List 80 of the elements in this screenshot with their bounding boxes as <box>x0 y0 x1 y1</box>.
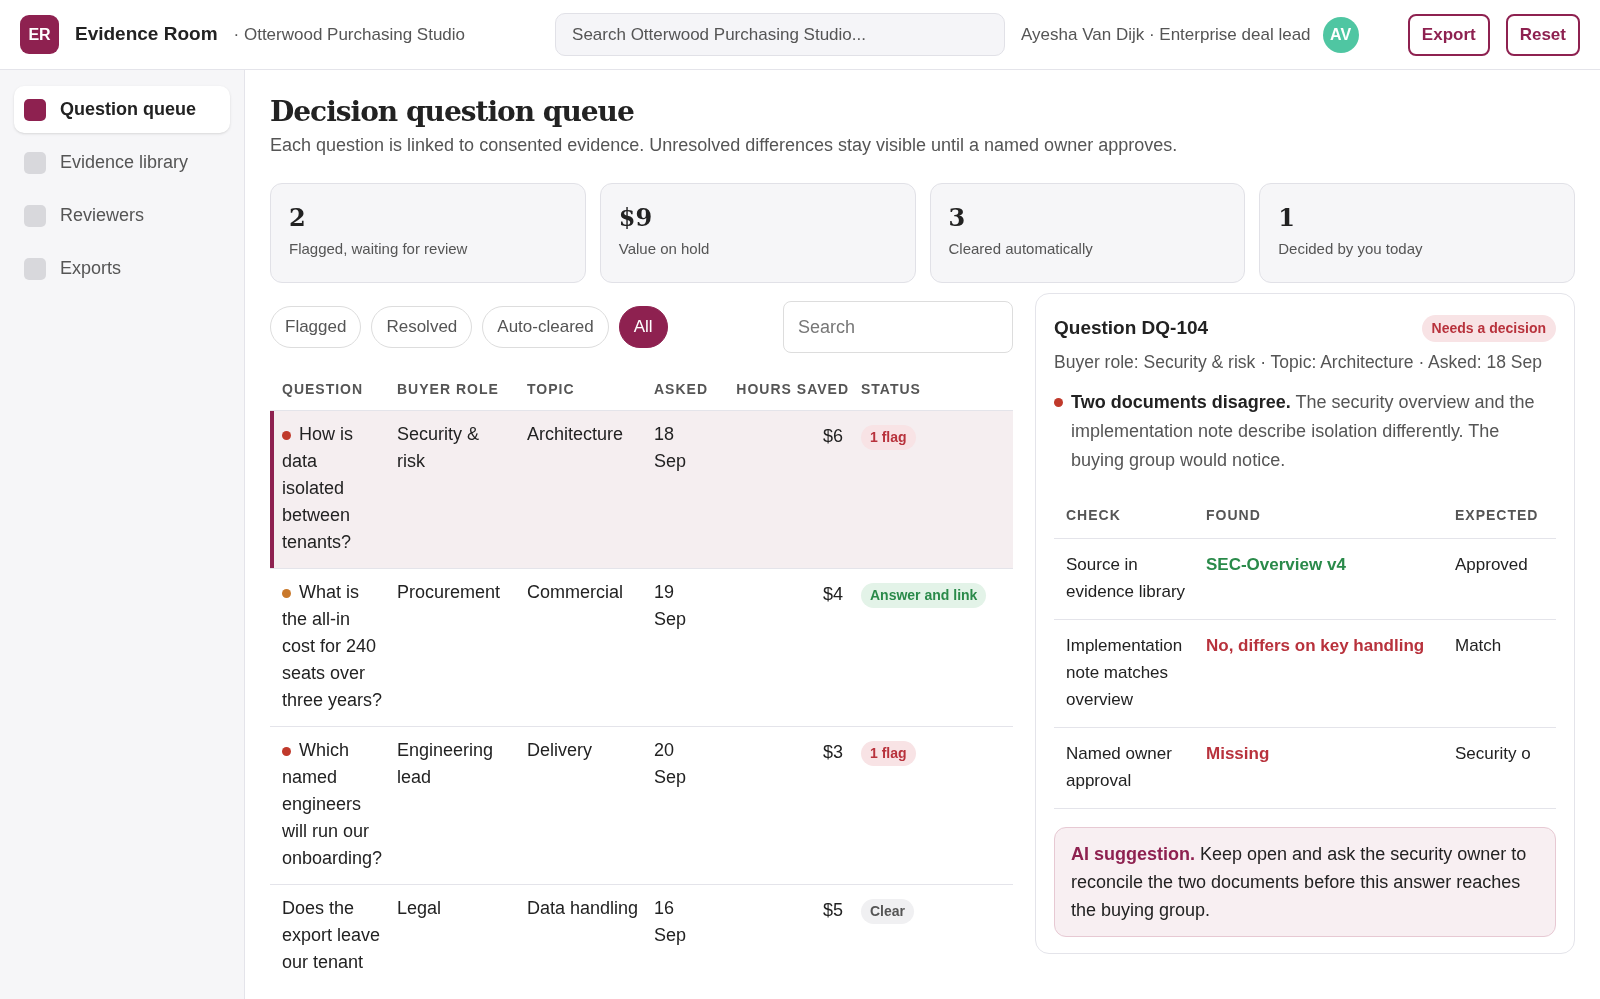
table-cell: 18 Sep <box>654 424 687 471</box>
table-cell: 20 Sep <box>654 740 687 787</box>
status-badge: Answer and link <box>861 583 987 608</box>
table-row[interactable]: What is the all-in cost for 240 seats over three years? Procurement Commercial 19 Sep $4 Answer and link <box>270 568 1013 727</box>
table-cell: Approved <box>1455 554 1528 574</box>
stat-label: Flagged, waiting for review <box>289 239 469 259</box>
table-cell: Does the export leave our tenant <box>282 898 381 972</box>
table-cell: Architecture <box>527 424 624 444</box>
status-badge: 1 flag <box>861 741 916 766</box>
stat-label: Value on hold <box>618 239 711 259</box>
filter-chip[interactable]: Resolved <box>371 306 473 348</box>
table-cell: Engineering lead <box>397 740 494 787</box>
column-header: CHECK <box>1054 492 1206 538</box>
table-cell: Data handling <box>527 898 639 918</box>
search-field[interactable]: Search Otterwood Purchasing Studio... <box>555 13 1006 56</box>
table-cell: 19 Sep <box>654 582 687 629</box>
table-cell: Source in evidence library <box>1066 554 1186 601</box>
table-cell: Implementation note matches overview <box>1066 635 1183 709</box>
sidebar-item[interactable]: Evidence library <box>14 139 230 186</box>
stat-label: Cleared automatically <box>948 239 1094 259</box>
filter-chip[interactable]: Auto-cleared <box>482 306 609 348</box>
app-logo: ER <box>20 15 59 54</box>
detail-title: Question DQ-104 <box>1054 316 1209 340</box>
table-cell: Security & risk <box>397 424 480 471</box>
table-cell: $6 <box>822 426 843 446</box>
app-title: Evidence Room <box>75 22 218 47</box>
table-cell: SEC-Overview v4 <box>1206 554 1346 574</box>
square-icon <box>24 204 46 227</box>
stat-value: 2 <box>289 202 307 234</box>
status-badge: Needs a decision <box>1421 314 1556 342</box>
column-header: EXPECTED <box>1455 492 1556 538</box>
column-header: QUESTION <box>270 369 397 411</box>
column-header: STATUS <box>861 369 1013 411</box>
organization-name: · Otterwood Purchasing Studio <box>233 23 466 46</box>
filter-chip[interactable]: All <box>618 306 668 348</box>
square-icon <box>24 98 46 121</box>
square-icon <box>24 257 46 280</box>
column-header: ASKED <box>654 369 729 411</box>
table-cell: No, differs on key handling <box>1206 635 1425 655</box>
status-badge: Clear <box>861 899 915 924</box>
stat-value: $9 <box>618 202 654 234</box>
sidebar-item[interactable]: Question queue <box>14 86 230 133</box>
stat-label: Decided by you today <box>1278 239 1424 259</box>
reset-button[interactable]: Reset <box>1505 13 1580 56</box>
page-title: Decision question queue <box>270 94 635 130</box>
column-header: HOURS SAVED <box>729 369 861 411</box>
filter-chip[interactable]: Flagged <box>270 306 362 348</box>
table-cell: Security o <box>1455 743 1531 763</box>
column-header: FOUND <box>1206 492 1455 538</box>
table-cell: Named owner approval <box>1066 743 1172 790</box>
table-row[interactable]: Does the export leave our tenant Legal Data handling 16 Sep $5 Clear <box>270 884 1013 988</box>
stat-value: 1 <box>1278 202 1296 234</box>
sidebar-item[interactable]: Reviewers <box>14 192 230 239</box>
status-badge: 1 flag <box>861 425 916 450</box>
page-subtitle: Each question is linked to consented evidence. Unresolved differences stay visible until a named owner approves. <box>270 134 1179 157</box>
table-cell: How is data isolated between tenants? <box>282 424 353 552</box>
detail-meta: Buyer role: Security & risk · Topic: Architecture · Asked: 18 Sep <box>1054 350 1543 374</box>
stat-value: 3 <box>948 202 967 234</box>
table-cell: Commercial <box>527 582 623 602</box>
table-cell: Delivery <box>527 740 592 760</box>
table-cell: $4 <box>822 584 843 604</box>
table-cell: $5 <box>822 900 843 920</box>
column-header: BUYER ROLE <box>397 369 527 411</box>
export-button[interactable]: Export <box>1407 13 1490 56</box>
square-icon <box>24 151 46 174</box>
table-cell: 16 Sep <box>654 898 687 945</box>
suggestion-text: AI suggestion. Keep open and ask the security owner to reconcile the two documents before this answer reaches the buying group. <box>1071 842 1528 922</box>
table-cell: Procurement <box>397 582 501 602</box>
sidebar-item[interactable]: Exports <box>14 245 230 292</box>
table-cell: Missing <box>1206 743 1270 763</box>
user-label: Ayesha Van Dijk · Enterprise deal lead <box>1021 23 1311 46</box>
alert-text: Two documents disagree. The security overview and the implementation note describe isolation differently. The buying group would notice. <box>1071 390 1536 472</box>
table-cell: Match <box>1455 635 1502 655</box>
table-row[interactable]: Which named engineers will run our onboarding? Engineering lead Delivery 20 Sep $3 1 flag <box>270 726 1013 885</box>
search-field[interactable]: Search <box>783 301 1013 353</box>
table-cell: Legal <box>397 898 442 918</box>
table-cell: $3 <box>822 742 843 762</box>
table-cell: What is the all-in cost for 240 seats over three years? <box>282 582 383 710</box>
column-header: TOPIC <box>527 369 654 411</box>
table-cell: Which named engineers will run our onboarding? <box>282 740 383 868</box>
